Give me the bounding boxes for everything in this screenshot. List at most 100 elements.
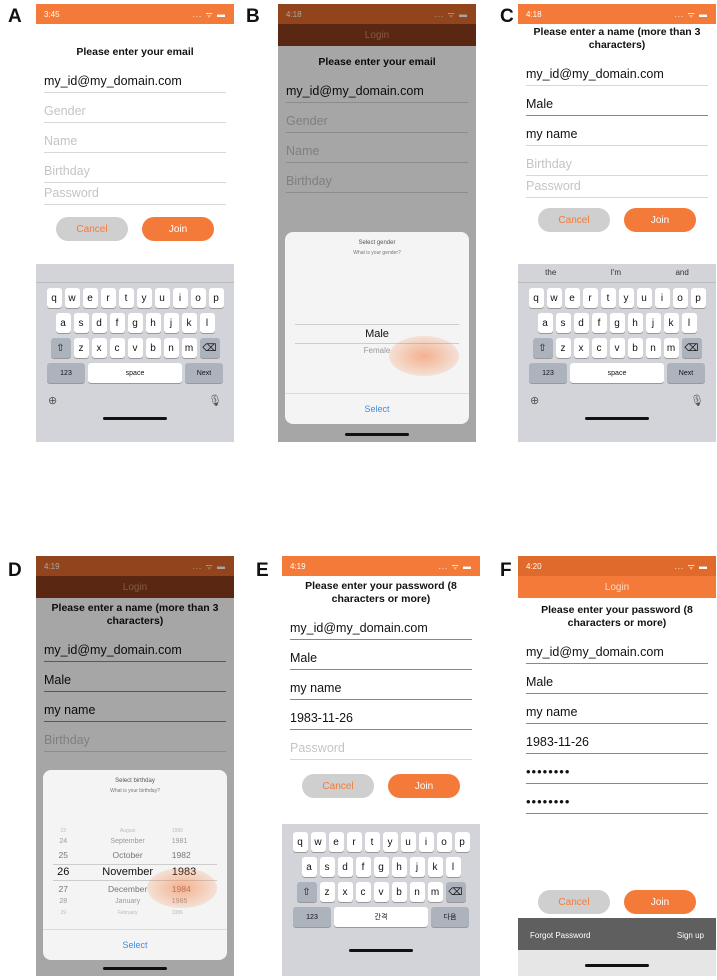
key-g[interactable]: g — [373, 857, 389, 877]
key-t[interactable]: t — [118, 288, 134, 308]
name-field[interactable]: my name — [290, 670, 472, 700]
key-s[interactable]: s — [319, 857, 335, 877]
birthday-field[interactable]: Birthday — [526, 146, 708, 176]
key-m[interactable]: m — [663, 338, 679, 358]
key-z[interactable]: z — [73, 338, 89, 358]
microphone-icon[interactable]: 🎙 — [208, 394, 222, 407]
key-f[interactable]: f — [591, 313, 607, 333]
cancel-button[interactable]: Cancel — [538, 208, 610, 232]
key-p[interactable]: p — [208, 288, 224, 308]
select-button[interactable]: Select — [285, 393, 469, 424]
select-button[interactable]: Select — [43, 929, 227, 960]
password-field[interactable]: Password — [44, 183, 226, 205]
key-e[interactable]: e — [564, 288, 580, 308]
key-e[interactable]: e — [82, 288, 98, 308]
key-c[interactable]: c — [355, 882, 371, 902]
forgot-password-link[interactable]: Forgot Password — [530, 931, 590, 940]
key-r[interactable]: r — [346, 832, 362, 852]
gender-field[interactable]: Gender — [44, 93, 226, 123]
suggestion-3[interactable]: and — [675, 268, 688, 278]
key-s[interactable]: s — [555, 313, 571, 333]
key-u[interactable]: u — [154, 288, 170, 308]
key-c[interactable]: c — [109, 338, 125, 358]
email-field[interactable]: my_id@my_domain.com — [290, 610, 472, 640]
password-field[interactable]: Password — [526, 176, 708, 198]
join-button[interactable]: Join — [624, 208, 696, 232]
cancel-button[interactable]: Cancel — [538, 890, 610, 914]
suggestion-2[interactable]: I'm — [611, 268, 621, 278]
key-b[interactable]: b — [391, 882, 407, 902]
key-e[interactable]: e — [328, 832, 344, 852]
key-r[interactable]: r — [582, 288, 598, 308]
key-k[interactable]: k — [181, 313, 197, 333]
key-x[interactable]: x — [573, 338, 589, 358]
key-n[interactable]: n — [163, 338, 179, 358]
password-field[interactable]: •••••••• — [526, 754, 708, 784]
key-y[interactable]: y — [382, 832, 398, 852]
name-field[interactable]: Name — [44, 123, 226, 153]
key-r[interactable]: r — [100, 288, 116, 308]
backspace-icon[interactable]: ⌫ — [199, 338, 220, 358]
sign-up-link[interactable]: Sign up — [677, 931, 704, 940]
key-i[interactable]: i — [654, 288, 670, 308]
year-option[interactable]: 1980 — [172, 828, 227, 834]
key-l[interactable]: l — [445, 857, 461, 877]
cancel-button[interactable]: Cancel — [302, 774, 374, 798]
password-confirm-field[interactable]: •••••••• — [526, 784, 708, 814]
shift-icon[interactable]: ⇧ — [296, 882, 317, 902]
key-j[interactable]: j — [645, 313, 661, 333]
key-q[interactable]: q — [46, 288, 62, 308]
join-button[interactable]: Join — [624, 890, 696, 914]
key-d[interactable]: d — [337, 857, 353, 877]
key-x[interactable]: x — [337, 882, 353, 902]
key-v[interactable]: v — [373, 882, 389, 902]
shift-icon[interactable]: ⇧ — [50, 338, 71, 358]
birthday-field[interactable]: 1983-11-26 — [290, 700, 472, 730]
key-t[interactable]: t — [600, 288, 616, 308]
key-m[interactable]: m — [427, 882, 443, 902]
key-a[interactable]: a — [537, 313, 553, 333]
key-i[interactable]: i — [418, 832, 434, 852]
key-k[interactable]: k — [427, 857, 443, 877]
date-row[interactable]: 29 February 1986 — [43, 910, 227, 916]
key-o[interactable]: o — [190, 288, 206, 308]
suggestion-1[interactable]: the — [545, 268, 556, 278]
key-z[interactable]: z — [319, 882, 335, 902]
space-key[interactable]: 간격 — [334, 907, 428, 927]
key-g[interactable]: g — [127, 313, 143, 333]
day-option[interactable]: 29 — [43, 910, 83, 916]
key-h[interactable]: h — [391, 857, 407, 877]
key-x[interactable]: x — [91, 338, 107, 358]
globe-icon[interactable]: ⊕ — [48, 394, 57, 407]
key-p[interactable]: p — [454, 832, 470, 852]
name-field[interactable]: my name — [526, 694, 708, 724]
backspace-icon[interactable]: ⌫ — [445, 882, 466, 902]
key-l[interactable]: l — [681, 313, 697, 333]
key-w[interactable]: w — [64, 288, 80, 308]
gender-field[interactable]: Male — [526, 664, 708, 694]
key-g[interactable]: g — [609, 313, 625, 333]
key-p[interactable]: p — [690, 288, 706, 308]
key-a[interactable]: a — [55, 313, 71, 333]
key-h[interactable]: h — [145, 313, 161, 333]
join-button[interactable]: Join — [142, 217, 214, 241]
key-o[interactable]: o — [436, 832, 452, 852]
email-field[interactable]: my_id@my_domain.com — [526, 634, 708, 664]
cancel-button[interactable]: Cancel — [56, 217, 128, 241]
key-v[interactable]: v — [609, 338, 625, 358]
day-option[interactable]: 27 — [43, 884, 83, 894]
key-q[interactable]: q — [292, 832, 308, 852]
date-row[interactable]: 23 August 1980 — [43, 828, 227, 834]
key-a[interactable]: a — [301, 857, 317, 877]
date-row[interactable]: 25 October 1982 — [43, 850, 227, 860]
next-key[interactable]: 다음 — [431, 907, 469, 927]
day-option[interactable]: 25 — [43, 850, 83, 860]
key-h[interactable]: h — [627, 313, 643, 333]
year-option[interactable]: 1981 — [172, 838, 227, 845]
month-option[interactable]: February — [83, 910, 171, 916]
join-button[interactable]: Join — [388, 774, 460, 798]
next-key[interactable]: Next — [667, 363, 705, 383]
day-option[interactable]: 28 — [43, 898, 83, 905]
key-c[interactable]: c — [591, 338, 607, 358]
key-b[interactable]: b — [627, 338, 643, 358]
